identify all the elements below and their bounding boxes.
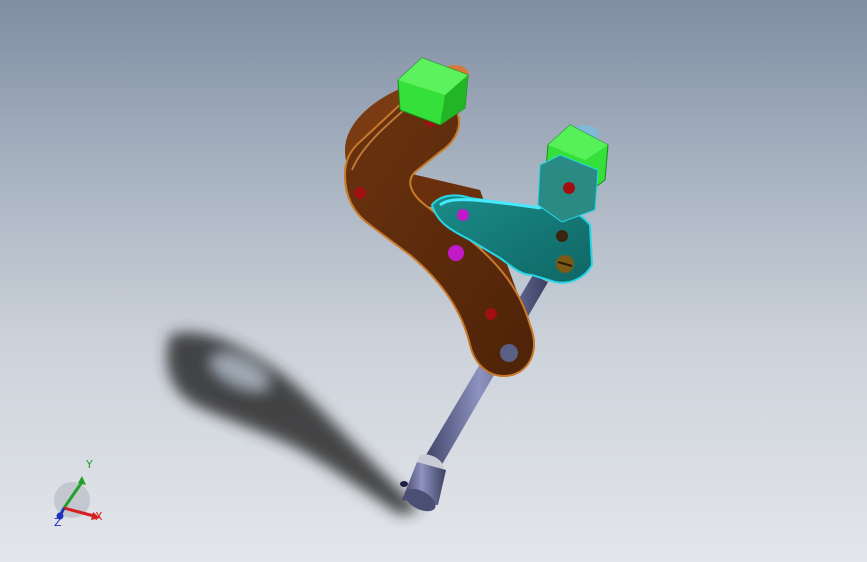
pin-hole <box>354 187 366 199</box>
model-shadow <box>166 332 420 515</box>
pin-hole-highlight <box>457 209 469 221</box>
y-axis-label: Y <box>85 458 93 471</box>
rod-pivot <box>500 344 518 362</box>
clamp-block-right[interactable] <box>537 124 609 223</box>
z-axis-label: Z <box>54 516 62 529</box>
3d-model-scene[interactable] <box>0 0 867 562</box>
pin-hole <box>556 230 568 242</box>
graphics-viewport[interactable]: Y X Z <box>0 0 867 562</box>
pin-hole <box>563 182 575 194</box>
pin-hole-highlight <box>448 245 464 261</box>
reference-triad[interactable]: Y X Z <box>44 452 114 532</box>
pin-hole <box>485 308 497 320</box>
x-axis-label: X <box>95 510 103 523</box>
